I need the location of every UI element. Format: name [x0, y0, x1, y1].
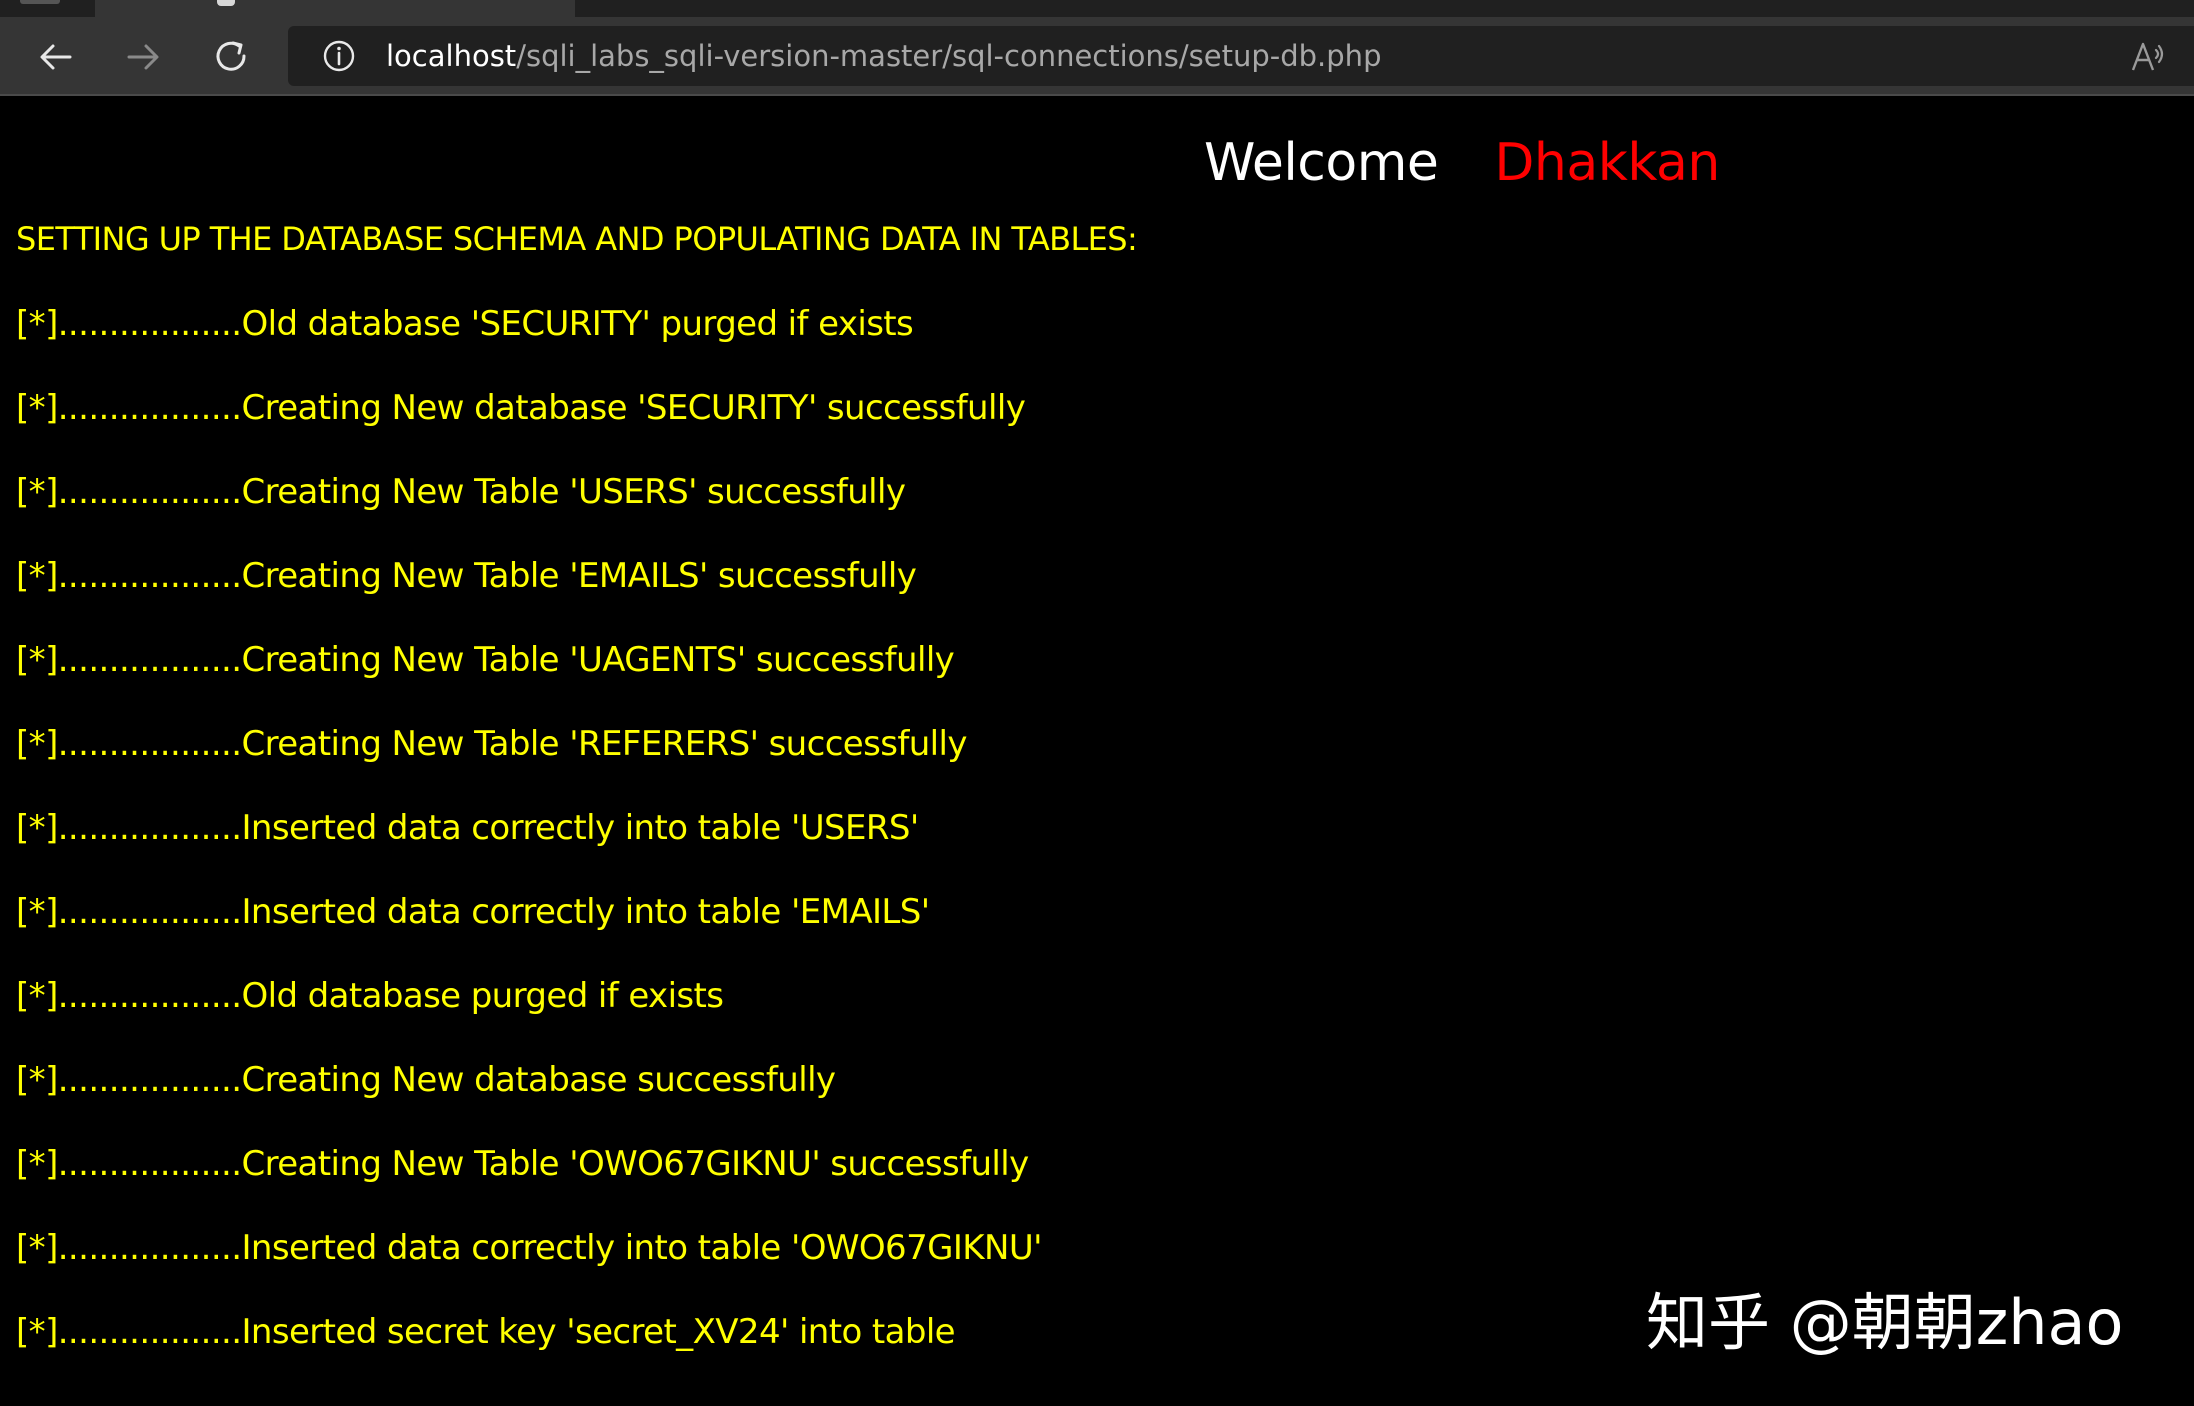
log-line: [*]..................Old database 'SECUR… — [16, 304, 914, 344]
refresh-icon — [216, 41, 246, 71]
forward-button[interactable] — [118, 32, 168, 82]
address-bar[interactable]: localhost/sqli_labs_sqli-version-master/… — [288, 26, 2194, 86]
log-line: [*]..................Inserted data corre… — [16, 1228, 1042, 1268]
log-line: [*]..................Creating New databa… — [16, 1060, 836, 1100]
welcome-banner: Welcome Dhakkan — [1204, 133, 1720, 193]
url-text[interactable]: localhost/sqli_labs_sqli-version-master/… — [386, 26, 1381, 86]
log-line: [*]..................Inserted data corre… — [16, 892, 930, 932]
welcome-text: Welcome — [1204, 133, 1439, 193]
tab-inactive[interactable] — [20, 0, 60, 4]
tab-strip — [0, 0, 2194, 17]
log-line: [*]..................Creating New Table … — [16, 556, 917, 596]
url-host: localhost — [386, 39, 517, 73]
log-line: [*]..................Inserted secret key… — [16, 1312, 956, 1352]
tab-favicon-icon — [217, 0, 235, 6]
read-aloud-icon[interactable] — [2130, 40, 2166, 74]
info-icon[interactable] — [322, 39, 356, 73]
forward-arrow-icon — [127, 44, 159, 70]
log-line: [*]..................Creating New Table … — [16, 640, 955, 680]
url-path: /sqli_labs_sqli-version-master/sql-conne… — [516, 39, 1382, 73]
log-line: [*]..................Creating New Table … — [16, 724, 967, 764]
log-line: [*]..................Inserted data corre… — [16, 808, 919, 848]
log-line: [*]..................Creating New Table … — [16, 1144, 1029, 1184]
setup-log-list: [*]..................Old database 'SECUR… — [16, 300, 1042, 1392]
log-line: [*]..................Creating New Table … — [16, 472, 906, 512]
log-line: [*]..................Old database purged… — [16, 976, 724, 1016]
welcome-username: Dhakkan — [1494, 133, 1720, 193]
back-button[interactable] — [31, 32, 81, 82]
setup-heading: SETTING UP THE DATABASE SCHEMA AND POPUL… — [16, 220, 1138, 258]
tab-active[interactable] — [95, 0, 575, 17]
log-line: [*]..................Creating New databa… — [16, 388, 1026, 428]
browser-toolbar: localhost/sqli_labs_sqli-version-master/… — [0, 17, 2194, 96]
back-arrow-icon — [40, 44, 72, 70]
watermark: 知乎 @朝朝zhao — [1646, 1286, 2124, 1359]
refresh-button[interactable] — [207, 32, 257, 82]
